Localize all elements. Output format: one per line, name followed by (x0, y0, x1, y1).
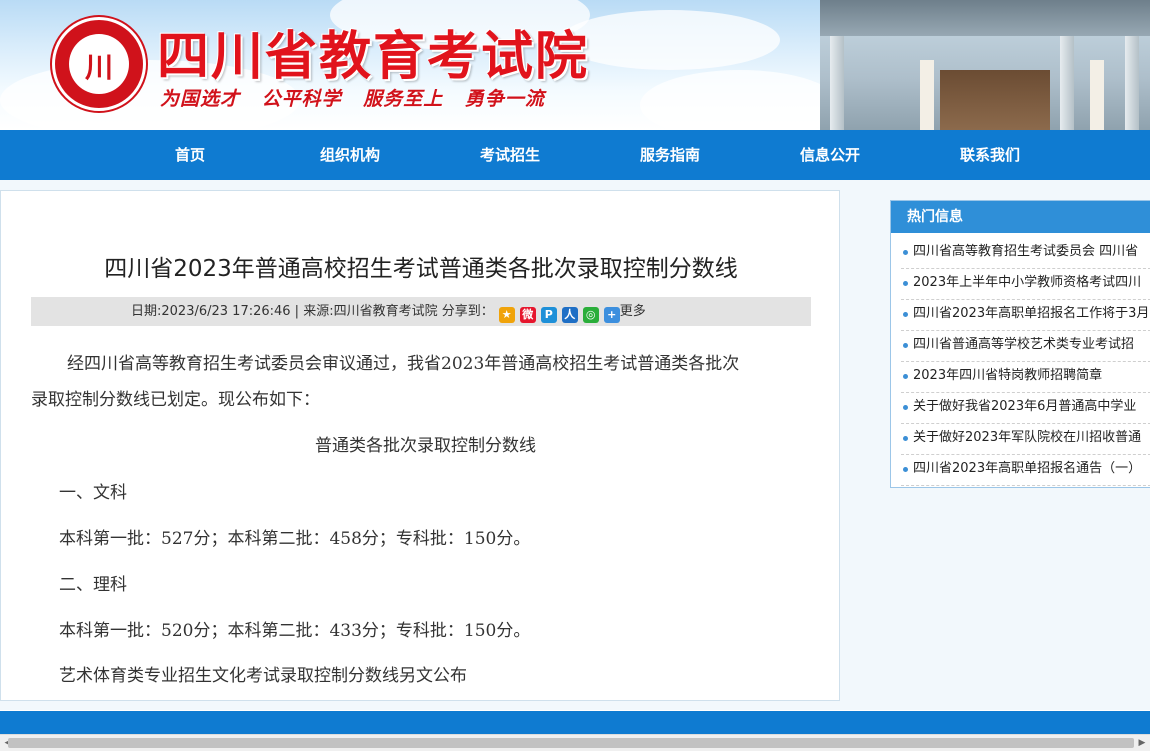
horizontal-scrollbar[interactable]: ◀ ▶ (0, 734, 1150, 751)
hot-info-item[interactable]: 四川省2023年高职单招报名工作将于3月 (901, 300, 1150, 331)
meta-wrap: 日期:2023/6/23 17:26:46 | 来源:四川省教育考试院 分享到：… (131, 297, 646, 326)
hot-info-item[interactable]: 关于做好我省2023年6月普通高中学业 (901, 393, 1150, 424)
hot-info-item[interactable]: 四川省2023年高职单招报名通告（一） (901, 455, 1150, 486)
share-renren-icon[interactable]: 人 (561, 307, 578, 323)
logo-glyph: 川 (84, 51, 113, 84)
hot-info-title: 热门信息 (891, 201, 1150, 233)
building-roof (820, 0, 1150, 36)
article-title: 四川省2023年普通高校招生考试普通类各批次录取控制分数线 (104, 256, 738, 282)
building-entrance (940, 70, 1050, 130)
nav-item-organization[interactable]: 组织机构 (270, 130, 430, 180)
nav-item-service-guide[interactable]: 服务指南 (590, 130, 750, 180)
hot-info-panel: 热门信息 四川省高等教育招生考试委员会 四川省 2023年上半年中小学教师资格考… (890, 200, 1150, 488)
article-subtitle: 普通类各批次录取控制分数线 (315, 436, 536, 456)
hot-info-item[interactable]: 四川省高等教育招生考试委员会 四川省 (901, 238, 1150, 269)
section-science-scores: 本科第一批：520分；本科第二批：433分；专科批：150分。 (59, 621, 531, 641)
share-more-link[interactable]: 更多 (620, 304, 646, 319)
section-liberal-arts-scores: 本科第一批：527分；本科第二批：458分；专科批：150分。 (59, 529, 531, 549)
nav-item-exams[interactable]: 考试招生 (430, 130, 590, 180)
building-sign (1090, 60, 1104, 130)
site-slogan: 为国选才 公平科学 服务至上 勇争一流 (160, 88, 545, 110)
article-meta-text: 日期:2023/6/23 17:26:46 | 来源:四川省教育考试院 分享到： (131, 304, 494, 319)
logo-inner: 川 (69, 34, 129, 94)
main-nav: 首页 组织机构 考试招生 服务指南 信息公开 联系我们 (0, 130, 1150, 180)
nav-item-public-info[interactable]: 信息公开 (750, 130, 910, 180)
site-title[interactable]: 四川省教育考试院 (157, 14, 589, 89)
hot-info-list: 四川省高等教育招生考试委员会 四川省 2023年上半年中小学教师资格考试四川 四… (891, 238, 1150, 486)
hot-info-item[interactable]: 2023年四川省特岗教师招聘简章 (901, 362, 1150, 393)
article-meta: 日期:2023/6/23 17:26:46 | 来源:四川省教育考试院 分享到：… (31, 297, 811, 326)
article-intro-line1: 经四川省高等教育招生考试委员会审议通过，我省2023年普通高校招生考试普通类各批… (67, 354, 740, 374)
building-column (830, 36, 844, 130)
share-qzone-icon[interactable]: ★ (498, 307, 515, 323)
building-column (1060, 36, 1074, 130)
article-note: 艺术体育类专业招生文化考试录取控制分数线另文公布 (59, 666, 467, 686)
share-tencent-icon[interactable]: P (540, 307, 557, 323)
share-wechat-icon[interactable]: ◎ (582, 307, 599, 323)
nav-item-home[interactable]: 首页 (110, 130, 270, 180)
building-column (1125, 36, 1139, 130)
cloud-decoration (560, 10, 780, 70)
header-banner: 川 四川省教育考试院 为国选才 公平科学 服务至上 勇争一流 (0, 0, 1150, 130)
scrollbar-thumb[interactable] (8, 738, 1134, 748)
hot-info-item[interactable]: 四川省普通高等学校艺术类专业考试招 (901, 331, 1150, 362)
scroll-right-icon[interactable]: ▶ (1134, 735, 1150, 751)
building-photo (820, 0, 1150, 130)
building-sign (920, 60, 934, 130)
section-science: 二、理科 (59, 575, 127, 595)
nav-item-contact[interactable]: 联系我们 (910, 130, 1070, 180)
hot-info-item[interactable]: 关于做好2023年军队院校在川招收普通 (901, 424, 1150, 455)
share-more-icon[interactable]: + (603, 307, 620, 323)
article-intro-line2: 录取控制分数线已划定。现公布如下： (31, 390, 320, 410)
logo-seal[interactable]: 川 (52, 17, 146, 111)
article-panel: 四川省2023年普通高校招生考试普通类各批次录取控制分数线 日期:2023/6/… (0, 190, 840, 701)
section-liberal-arts: 一、文科 (59, 483, 127, 503)
share-weibo-icon[interactable]: 微 (519, 307, 536, 323)
cloud-decoration (640, 70, 840, 130)
hot-info-item[interactable]: 2023年上半年中小学教师资格考试四川 (901, 269, 1150, 300)
